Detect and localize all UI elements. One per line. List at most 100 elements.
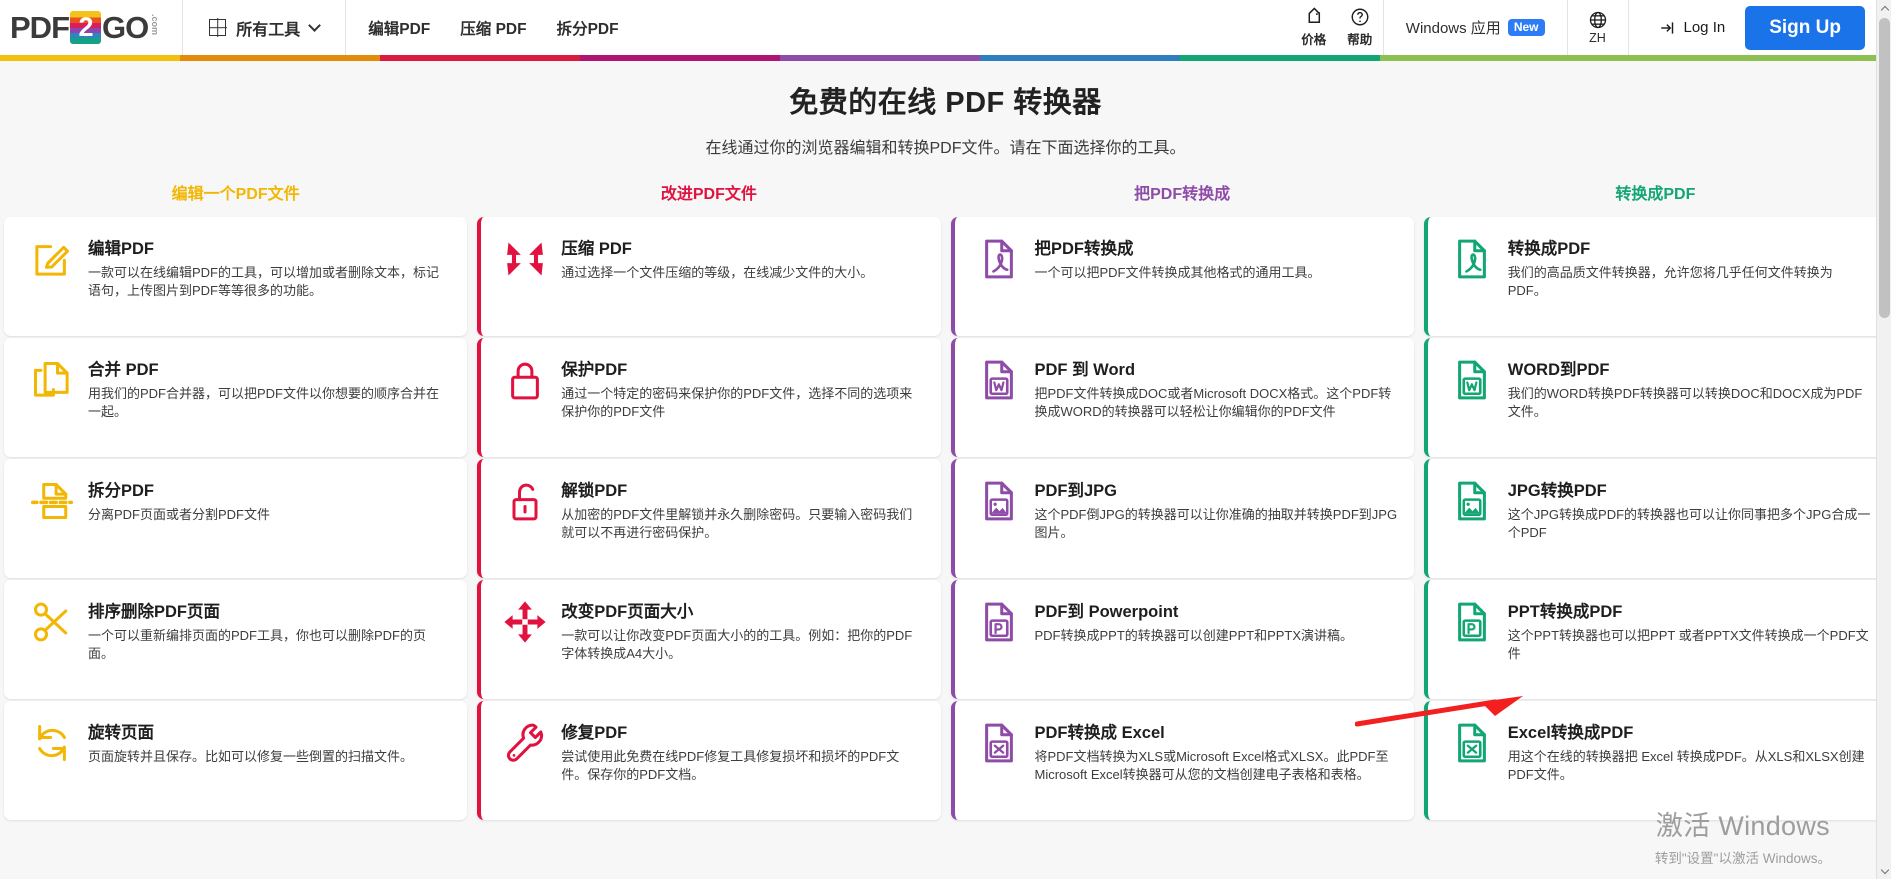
merge-pdf-icon bbox=[24, 356, 80, 402]
header-nav: 编辑PDF 压缩 PDF 拆分PDF bbox=[346, 17, 618, 39]
tool-card-title: 旋转页面 bbox=[88, 724, 154, 742]
tool-card[interactable]: 改变PDF页面大小 一款可以让你改变PDF页面大小的的工具。例如：把你的PDF字体… bbox=[477, 580, 941, 699]
tool-card[interactable]: 修复PDF 尝试使用此免费在线PDF修复工具修复损坏和损坏的PDF文件。保存你的P… bbox=[477, 701, 941, 820]
rotate-icon bbox=[24, 719, 80, 765]
tool-card-title: 保护PDF bbox=[561, 361, 628, 379]
image-file-icon bbox=[971, 477, 1027, 523]
page-title: 免费的在线 PDF 转换器 bbox=[789, 87, 1102, 119]
scroll-down-arrow-icon[interactable] bbox=[1877, 863, 1891, 879]
help-link[interactable]: 帮助 bbox=[1337, 7, 1383, 48]
all-tools-menu[interactable]: 所有工具 bbox=[183, 0, 345, 55]
tool-card-title: PDF到 Powerpoint bbox=[1034, 603, 1179, 621]
tool-card[interactable]: 压缩 PDF 通过选择一个文件压缩的等级，在线减少文件的大小。 bbox=[477, 217, 941, 336]
tool-card-text: 压缩 PDF 通过选择一个文件压缩的等级，在线减少文件的大小。 bbox=[553, 235, 873, 282]
tool-card-description: 尝试使用此免费在线PDF修复工具修复损坏和损坏的PDF文件。保存你的PDF文档。 bbox=[561, 749, 900, 783]
rainbow-segment bbox=[980, 55, 1180, 61]
rainbow-segment bbox=[0, 55, 180, 61]
rainbow-segment bbox=[1380, 55, 1891, 61]
tool-card-title: Excel转换成PDF bbox=[1507, 724, 1634, 742]
tool-card[interactable]: PDF转换成 Excel 将PDF文档转换为XLS或Microsoft Excel… bbox=[950, 701, 1414, 820]
scroll-up-arrow-icon[interactable] bbox=[1877, 0, 1891, 16]
tool-card-title: JPG转换PDF bbox=[1507, 482, 1607, 500]
tool-card[interactable]: PDF到 Powerpoint PDF转换成PPT的转换器可以创建PPT和PPTX… bbox=[950, 580, 1414, 699]
tool-card-list: 编辑PDF 一款可以在线编辑PDF的工具，可以增加或者删除文本，标记语句，上传图片… bbox=[4, 217, 468, 820]
tool-card[interactable]: PDF到JPG 这个PDF倒JPG的转换器可以让你准确的抽取并转换PDF到JPG图… bbox=[950, 459, 1414, 578]
tool-card-text: PDF 到 Word 把PDF文件转换成DOC或者Microsoft DOCX格式… bbox=[1027, 356, 1398, 422]
wrench-icon bbox=[497, 719, 553, 765]
tool-card-list: 压缩 PDF 通过选择一个文件压缩的等级，在线减少文件的大小。保护PDF 通过一个特… bbox=[477, 217, 941, 820]
tool-card-description: 一款可以让你改变PDF页面大小的的工具。例如：把你的PDF字体转换成A4大小。 bbox=[561, 628, 913, 662]
tool-card[interactable]: 转换成PDF 我们的高品质文件转换器，允许您将几乎任何文件转换为PDF。 bbox=[1423, 217, 1887, 336]
tool-card[interactable]: JPG转换PDF 这个JPG转换成PDF的转换器也可以让你同事把多个JPG合成一个… bbox=[1423, 459, 1887, 578]
rainbow-segment bbox=[180, 55, 380, 61]
tool-card[interactable]: 合并 PDF 用我们的PDF合并器，可以把PDF文件以你想要的顺序合并在一起。 bbox=[4, 338, 468, 457]
word-file-icon bbox=[1444, 356, 1500, 402]
tool-card-title: PDF 到 Word bbox=[1034, 361, 1136, 379]
nav-item-split-pdf[interactable]: 拆分PDF bbox=[557, 17, 619, 39]
tool-card-text: Excel转换成PDF 用这个在线的转换器把 Excel 转换成PDF。从XLS和… bbox=[1500, 719, 1871, 785]
page-subtitle: 在线通过你的浏览器编辑和转换PDF文件。请在下面选择你的工具。 bbox=[705, 140, 1186, 157]
tool-card-title: 拆分PDF bbox=[88, 482, 154, 500]
tool-card-description: 我们的WORD转换PDF转换器可以转换DOC和DOCX成为PDF文件。 bbox=[1507, 386, 1863, 420]
site-header: PDF 2 GO .com 所有工具 编辑PDF 压缩 PDF 拆分PDF 价格 bbox=[0, 0, 1891, 55]
tool-card-text: 解锁PDF 从加密的PDF文件里解锁并永久删除密码。只要输入密码我们就可以不再进行… bbox=[553, 477, 924, 543]
login-button[interactable]: Log In bbox=[1629, 19, 1746, 37]
excel-file-icon bbox=[971, 719, 1027, 765]
tool-card-description: 这个PPT转换器也可以把PPT 或者PPTX文件转换成一个PDF文件 bbox=[1507, 628, 1869, 662]
tool-card[interactable]: 编辑PDF 一款可以在线编辑PDF的工具，可以增加或者删除文本，标记语句，上传图片… bbox=[4, 217, 468, 336]
tool-card-title: WORD到PDF bbox=[1507, 361, 1610, 379]
tool-card-description: 通过一个特定的密码来保护你的PDF文件，选择不同的选项来保护你的PDF文件 bbox=[561, 386, 913, 420]
column-heading: 编辑一个PDF文件 bbox=[171, 186, 300, 203]
rainbow-segment bbox=[580, 55, 780, 61]
language-label: ZH bbox=[1589, 31, 1606, 45]
logo-go-text: GO bbox=[102, 9, 149, 45]
watermark-line-2: 转到"设置"以激活 Windows。 bbox=[1654, 851, 1831, 866]
word-file-icon bbox=[971, 356, 1027, 402]
tool-card-title: PDF到JPG bbox=[1034, 482, 1118, 500]
tool-card[interactable]: 解锁PDF 从加密的PDF文件里解锁并永久删除密码。只要输入密码我们就可以不再进行… bbox=[477, 459, 941, 578]
tool-card-description: 通过选择一个文件压缩的等级，在线减少文件的大小。 bbox=[561, 265, 874, 280]
tool-card[interactable]: 保护PDF 通过一个特定的密码来保护你的PDF文件，选择不同的选项来保护你的PDF… bbox=[477, 338, 941, 457]
signup-button[interactable]: Sign Up bbox=[1745, 5, 1865, 50]
tool-card-text: PPT转换成PDF 这个PPT转换器也可以把PPT 或者PPTX文件转换成一个PD… bbox=[1500, 598, 1871, 664]
price-link[interactable]: 价格 bbox=[1291, 7, 1337, 48]
page-scrollbar[interactable] bbox=[1876, 0, 1891, 879]
header-right: 价格 帮助 Windows 应用 New ZH Log In Sign Up bbox=[1291, 0, 1891, 55]
tool-card[interactable]: 排序删除PDF页面 一个可以重新编排页面的PDF工具，你也可以删除PDF的页面。 bbox=[4, 580, 468, 699]
tool-card[interactable]: Excel转换成PDF 用这个在线的转换器把 Excel 转换成PDF。从XLS和… bbox=[1423, 701, 1887, 820]
tool-card-text: 保护PDF 通过一个特定的密码来保护你的PDF文件，选择不同的选项来保护你的PDF… bbox=[553, 356, 924, 422]
nav-item-edit-pdf[interactable]: 编辑PDF bbox=[368, 17, 430, 39]
nav-item-compress-pdf[interactable]: 压缩 PDF bbox=[460, 17, 526, 39]
site-logo[interactable]: PDF 2 GO .com bbox=[0, 0, 182, 55]
tool-card-text: JPG转换PDF 这个JPG转换成PDF的转换器也可以让你同事把多个JPG合成一个… bbox=[1500, 477, 1871, 543]
logo-pdf-text: PDF bbox=[10, 9, 70, 45]
ppt-file-icon bbox=[971, 598, 1027, 644]
tool-card-description: 一个可以把PDF文件转换成其他格式的通用工具。 bbox=[1034, 265, 1321, 280]
tool-card-list: 把PDF转换成 一个可以把PDF文件转换成其他格式的通用工具。 PDF 到 Word… bbox=[950, 217, 1414, 820]
login-label: Log In bbox=[1683, 19, 1726, 36]
login-arrow-icon bbox=[1660, 21, 1673, 34]
pdf-file-icon bbox=[1444, 235, 1500, 281]
tool-card[interactable]: PPT转换成PDF 这个PPT转换器也可以把PPT 或者PPTX文件转换成一个PD… bbox=[1423, 580, 1887, 699]
tool-card[interactable]: 把PDF转换成 一个可以把PDF文件转换成其他格式的通用工具。 bbox=[950, 217, 1414, 336]
windows-app-label: Windows 应用 bbox=[1405, 20, 1501, 37]
tool-card-list: 转换成PDF 我们的高品质文件转换器，允许您将几乎任何文件转换为PDF。 WORD到… bbox=[1423, 217, 1887, 820]
tool-card-text: PDF到JPG 这个PDF倒JPG的转换器可以让你准确的抽取并转换PDF到JPG图… bbox=[1027, 477, 1398, 543]
scrollbar-thumb[interactable] bbox=[1879, 18, 1890, 318]
ppt-file-icon bbox=[1444, 598, 1500, 644]
tool-card-description: 这个JPG转换成PDF的转换器也可以让你同事把多个JPG合成一个PDF bbox=[1507, 507, 1871, 541]
help-label: 帮助 bbox=[1347, 33, 1373, 47]
pdf-file-icon bbox=[971, 235, 1027, 281]
logo-two-text: 2 bbox=[78, 12, 93, 42]
tool-card-text: 修复PDF 尝试使用此免费在线PDF修复工具修复损坏和损坏的PDF文件。保存你的P… bbox=[553, 719, 924, 785]
tool-card[interactable]: PDF 到 Word 把PDF文件转换成DOC或者Microsoft DOCX格式… bbox=[950, 338, 1414, 457]
tool-card[interactable]: 拆分PDF 分离PDF页面或者分割PDF文件 bbox=[4, 459, 468, 578]
tool-column: 转换成PDF 转换成PDF 我们的高品质文件转换器，允许您将几乎任何文件转换为PDF… bbox=[1423, 180, 1887, 820]
tag-icon bbox=[1308, 7, 1320, 24]
tool-card[interactable]: WORD到PDF 我们的WORD转换PDF转换器可以转换DOC和DOCX成为PDF… bbox=[1423, 338, 1887, 457]
language-switcher[interactable]: ZH bbox=[1568, 0, 1628, 55]
tool-card-description: PDF转换成PPT的转换器可以创建PPT和PPTX演讲稿。 bbox=[1034, 628, 1354, 643]
tool-card-text: 拆分PDF 分离PDF页面或者分割PDF文件 bbox=[80, 477, 270, 524]
windows-app-link[interactable]: Windows 应用 New bbox=[1384, 0, 1567, 55]
tool-card[interactable]: 旋转页面 页面旋转并且保存。比如可以修复一些倒置的扫描文件。 bbox=[4, 701, 468, 820]
